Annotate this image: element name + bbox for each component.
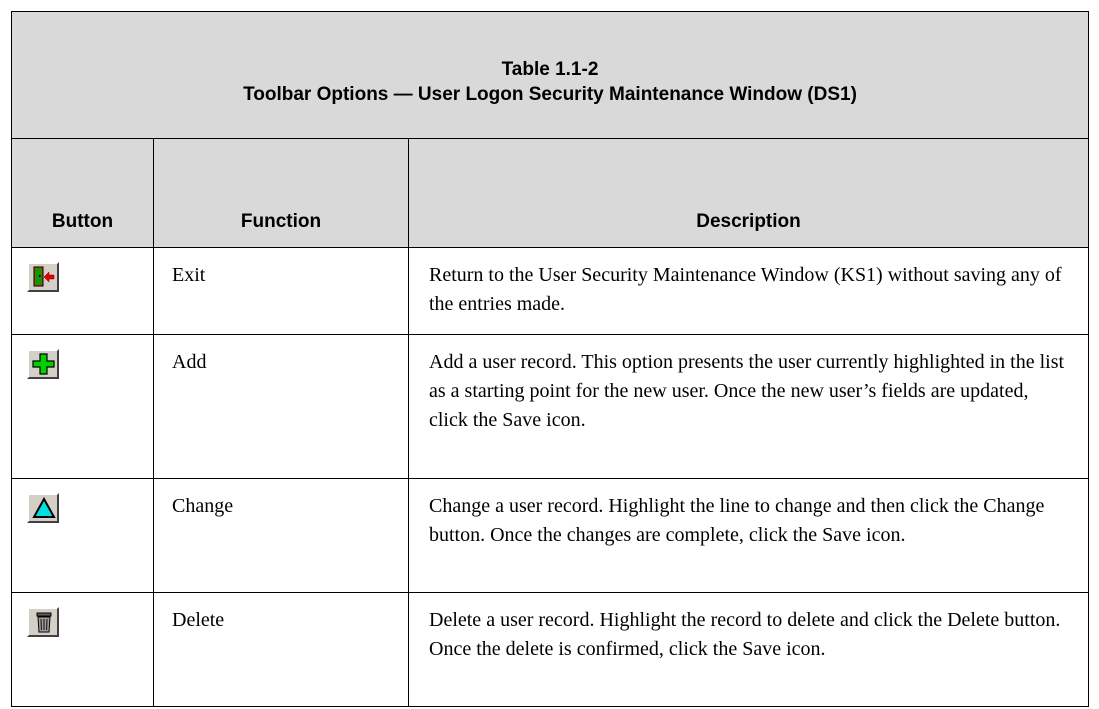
function-label: Add (153, 334, 409, 479)
header-button: Button (11, 138, 154, 248)
description-text: Change a user record. Highlight the line… (408, 478, 1089, 593)
button-cell (11, 247, 154, 335)
description-text: Return to the User Security Maintenance … (408, 247, 1089, 335)
toolbar-options-table: Table 1.1-2 Toolbar Options — User Logon… (11, 11, 1089, 707)
button-cell (11, 592, 154, 707)
table-caption: Table 1.1-2 Toolbar Options — User Logon… (11, 11, 1089, 139)
delete-button[interactable] (27, 607, 59, 637)
button-cell (11, 334, 154, 479)
button-cell (11, 478, 154, 593)
table-number: Table 1.1-2 (501, 59, 599, 80)
change-button[interactable] (27, 493, 59, 523)
description-text: Delete a user record. Highlight the reco… (408, 592, 1089, 707)
function-label: Change (153, 478, 409, 593)
table-caption-row: Table 1.1-2 Toolbar Options — User Logon… (11, 11, 1089, 139)
description-text: Add a user record. This option presents … (408, 334, 1089, 479)
table-title: Toolbar Options — User Logon Security Ma… (243, 84, 857, 105)
function-label: Delete (153, 592, 409, 707)
add-plus-icon (32, 353, 55, 375)
add-button[interactable] (27, 349, 59, 379)
table-row-delete: Delete Delete a user record. Highlight t… (11, 592, 1089, 707)
change-triangle-icon (32, 497, 56, 518)
delete-trash-icon (36, 612, 52, 633)
table-header-row: Button Function Description (11, 138, 1089, 248)
exit-door-icon (33, 266, 55, 287)
table-row-exit: Exit Return to the User Security Mainten… (11, 247, 1089, 335)
header-description: Description (408, 138, 1089, 248)
function-label: Exit (153, 247, 409, 335)
header-function: Function (153, 138, 409, 248)
table-row-add: Add Add a user record. This option prese… (11, 334, 1089, 479)
exit-button[interactable] (27, 262, 59, 292)
table-row-change: Change Change a user record. Highlight t… (11, 478, 1089, 593)
